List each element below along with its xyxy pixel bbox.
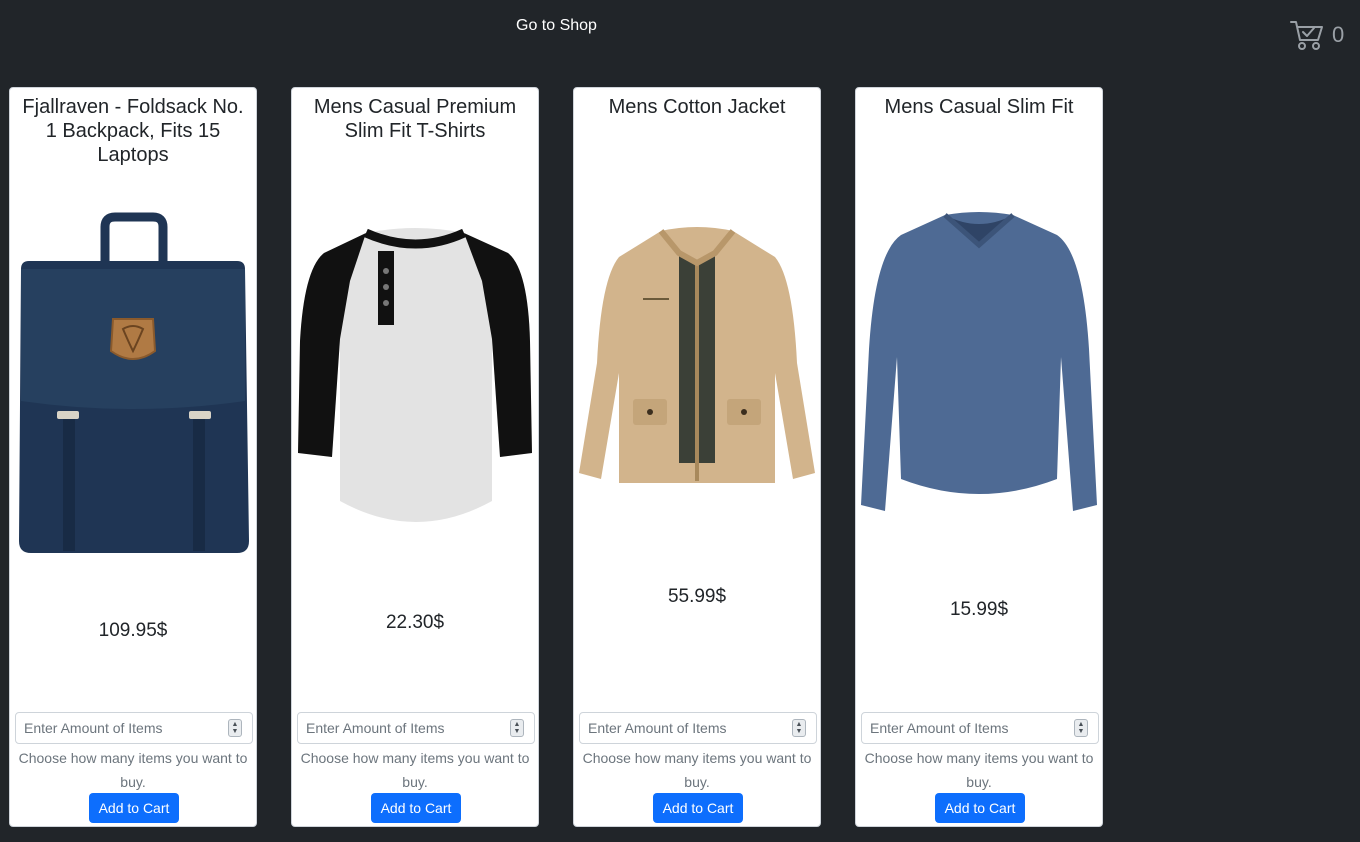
- product-title: Fjallraven - Foldsack No. 1 Backpack, Fi…: [22, 96, 244, 166]
- quantity-field: ▲ ▼: [579, 712, 817, 744]
- quantity-stepper[interactable]: ▲ ▼: [1074, 719, 1088, 737]
- chevron-up-icon: ▲: [513, 721, 521, 728]
- product-card: Fjallraven - Foldsack No. 1 Backpack, Fi…: [9, 87, 257, 827]
- chevron-up-icon: ▲: [231, 721, 239, 728]
- product-price: 109.95$: [98, 620, 168, 641]
- quantity-help-text: Choose how many items you want to buy.: [582, 750, 812, 790]
- top-navbar: Go to Shop 0: [0, 0, 1360, 60]
- product-title: Mens Casual Premium Slim Fit T-Shirts: [313, 96, 517, 142]
- product-image: [574, 220, 820, 495]
- product-image: [856, 206, 1102, 518]
- product-image: [10, 208, 256, 558]
- go-to-shop-link[interactable]: Go to Shop: [516, 17, 597, 35]
- add-to-cart-button[interactable]: Add to Cart: [653, 793, 743, 823]
- product-price: 22.30$: [385, 612, 445, 633]
- quantity-field: ▲ ▼: [15, 712, 253, 744]
- quantity-help-text: Choose how many items you want to buy.: [300, 750, 530, 790]
- quantity-input[interactable]: [862, 713, 1075, 743]
- quantity-help-text: Choose how many items you want to buy.: [18, 750, 248, 790]
- product-card: Mens Casual Premium Slim Fit T-Shirts 22…: [291, 87, 539, 827]
- product-image: [292, 218, 538, 543]
- cart-check-icon: [1290, 18, 1324, 52]
- quantity-help-text: Choose how many items you want to buy.: [864, 750, 1094, 790]
- add-to-cart-button[interactable]: Add to Cart: [371, 793, 461, 823]
- quantity-stepper[interactable]: ▲ ▼: [510, 719, 524, 737]
- chevron-down-icon: ▼: [795, 728, 803, 735]
- product-card: Mens Casual Slim Fit 15.99$ ▲ ▼ Choose h…: [855, 87, 1103, 827]
- add-to-cart-button[interactable]: Add to Cart: [89, 793, 179, 823]
- quantity-input[interactable]: [16, 713, 229, 743]
- cart-button[interactable]: 0: [1290, 18, 1344, 52]
- chevron-up-icon: ▲: [1077, 721, 1085, 728]
- product-price: 55.99$: [667, 586, 727, 607]
- quantity-stepper[interactable]: ▲ ▼: [792, 719, 806, 737]
- quantity-field: ▲ ▼: [297, 712, 535, 744]
- product-card: Mens Cotton Jacket 55.99$ ▲ ▼ Choose how…: [573, 87, 821, 827]
- product-title: Mens Cotton Jacket: [608, 96, 786, 118]
- product-price: 15.99$: [949, 599, 1009, 620]
- quantity-input[interactable]: [580, 713, 793, 743]
- quantity-field: ▲ ▼: [861, 712, 1099, 744]
- quantity-stepper[interactable]: ▲ ▼: [228, 719, 242, 737]
- chevron-down-icon: ▼: [513, 728, 521, 735]
- product-title: Mens Casual Slim Fit: [884, 96, 1074, 118]
- chevron-up-icon: ▲: [795, 721, 803, 728]
- quantity-input[interactable]: [298, 713, 511, 743]
- cart-count: 0: [1332, 22, 1345, 47]
- chevron-down-icon: ▼: [1077, 728, 1085, 735]
- chevron-down-icon: ▼: [231, 728, 239, 735]
- add-to-cart-button[interactable]: Add to Cart: [935, 793, 1025, 823]
